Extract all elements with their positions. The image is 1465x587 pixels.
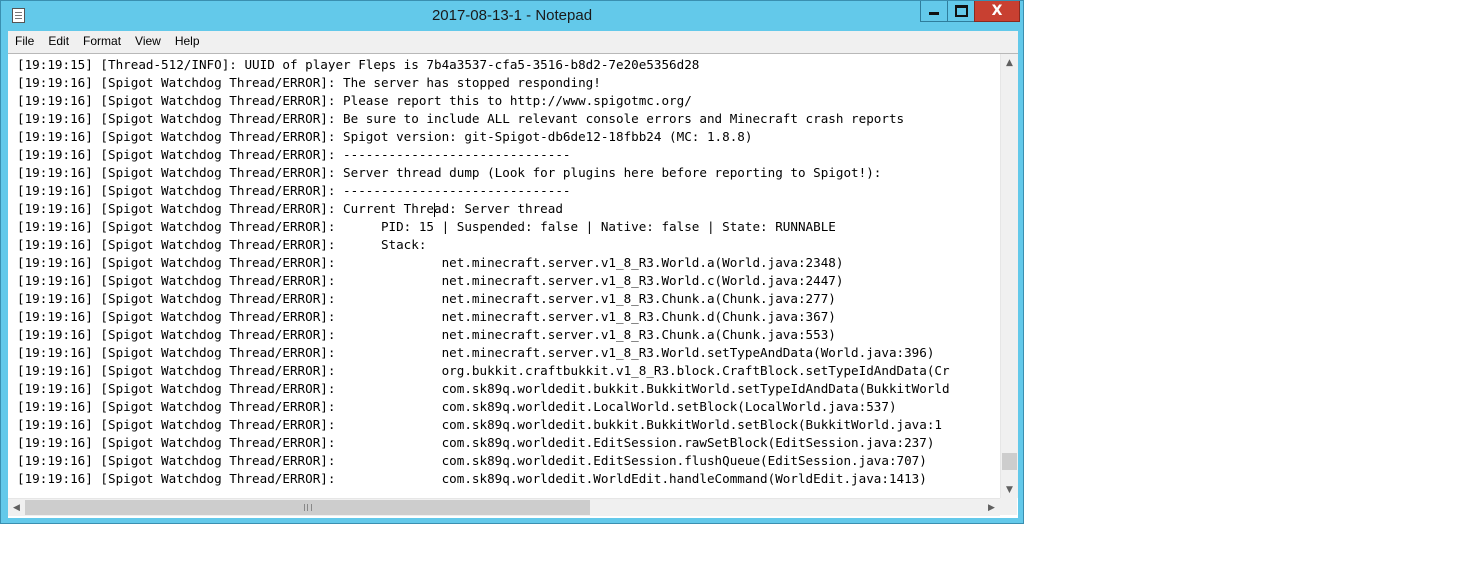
- text-line: [19:19:16] [Spigot Watchdog Thread/ERROR…: [17, 111, 905, 126]
- text-line: [19:19:16] [Spigot Watchdog Thread/ERROR…: [17, 93, 692, 108]
- title-bar[interactable]: 2017-08-13-1 - Notepad X: [1, 1, 1023, 31]
- text-line: [19:19:16] [Spigot Watchdog Thread/ERROR…: [17, 183, 571, 198]
- scroll-down-icon[interactable]: ▼: [1001, 481, 1018, 498]
- scroll-right-icon[interactable]: ▶: [983, 499, 1000, 516]
- window-title: 2017-08-13-1 - Notepad: [431, 7, 593, 24]
- text-before-caret: [19:19:16] [Spigot Watchdog Thread/ERROR…: [17, 201, 435, 216]
- menu-format[interactable]: Format: [76, 31, 128, 52]
- scroll-up-icon[interactable]: ▲: [1001, 54, 1018, 71]
- close-button[interactable]: X: [974, 1, 1020, 22]
- minimize-button[interactable]: [920, 1, 947, 22]
- maximize-icon: [954, 5, 968, 17]
- text-line: [19:19:16] [Spigot Watchdog Thread/ERROR…: [17, 147, 571, 162]
- text-line: [19:19:16] [Spigot Watchdog Thread/ERROR…: [17, 219, 836, 234]
- menu-help[interactable]: Help: [168, 31, 207, 52]
- text-line: [19:19:16] [Spigot Watchdog Thread/ERROR…: [17, 363, 950, 378]
- menu-edit[interactable]: Edit: [41, 31, 76, 52]
- text-line: [19:19:16] [Spigot Watchdog Thread/ERROR…: [17, 417, 943, 432]
- grip-icon: [303, 504, 312, 511]
- text-line: [19:19:16] [Spigot Watchdog Thread/ERROR…: [17, 381, 950, 396]
- text-line: [19:19:16] [Spigot Watchdog Thread/ERROR…: [17, 165, 882, 180]
- vertical-scrollbar[interactable]: ▲ ▼: [1000, 54, 1018, 498]
- document-text[interactable]: [19:19:15] [Thread-512/INFO]: UUID of pl…: [17, 56, 1000, 496]
- text-line: [19:19:16] [Spigot Watchdog Thread/ERROR…: [17, 309, 836, 324]
- menu-bar: File Edit Format View Help: [8, 31, 1018, 53]
- text-line: [19:19:16] [Spigot Watchdog Thread/ERROR…: [17, 273, 844, 288]
- text-line: [19:19:16] [Spigot Watchdog Thread/ERROR…: [17, 129, 753, 144]
- horizontal-scroll-thumb[interactable]: [25, 500, 590, 515]
- menu-view[interactable]: View: [128, 31, 168, 52]
- vertical-scroll-thumb[interactable]: [1002, 453, 1017, 470]
- text-line: [19:19:16] [Spigot Watchdog Thread/ERROR…: [17, 453, 927, 468]
- horizontal-scrollbar[interactable]: ◀ ▶: [8, 498, 1000, 516]
- text-line: [19:19:16] [Spigot Watchdog Thread/ERROR…: [17, 327, 836, 342]
- text-line: [19:19:16] [Spigot Watchdog Thread/ERROR…: [17, 471, 927, 486]
- text-editor[interactable]: [19:19:15] [Thread-512/INFO]: UUID of pl…: [8, 53, 1018, 518]
- scroll-left-icon[interactable]: ◀: [8, 499, 25, 516]
- text-line: [19:19:16] [Spigot Watchdog Thread/ERROR…: [17, 399, 897, 414]
- close-icon: X: [991, 3, 1003, 19]
- text-line: [19:19:16] [Spigot Watchdog Thread/ERROR…: [17, 345, 935, 360]
- menu-file[interactable]: File: [8, 31, 41, 52]
- text-line: [19:19:15] [Thread-512/INFO]: UUID of pl…: [17, 57, 700, 72]
- scrollbar-corner: [1000, 498, 1017, 515]
- text-after-caret: ad: Server thread: [434, 201, 563, 216]
- text-line: [19:19:16] [Spigot Watchdog Thread/ERROR…: [17, 75, 601, 90]
- maximize-button[interactable]: [947, 1, 974, 22]
- minimize-icon: [929, 11, 939, 15]
- text-line: [19:19:16] [Spigot Watchdog Thread/ERROR…: [17, 200, 1000, 218]
- notepad-window: 2017-08-13-1 - Notepad X File Edit Forma…: [0, 0, 1024, 524]
- text-line: [19:19:16] [Spigot Watchdog Thread/ERROR…: [17, 255, 844, 270]
- text-line: [19:19:16] [Spigot Watchdog Thread/ERROR…: [17, 435, 935, 450]
- client-area: File Edit Format View Help [19:19:15] [T…: [8, 31, 1018, 518]
- text-line: [19:19:16] [Spigot Watchdog Thread/ERROR…: [17, 291, 836, 306]
- text-line: [19:19:16] [Spigot Watchdog Thread/ERROR…: [17, 237, 427, 252]
